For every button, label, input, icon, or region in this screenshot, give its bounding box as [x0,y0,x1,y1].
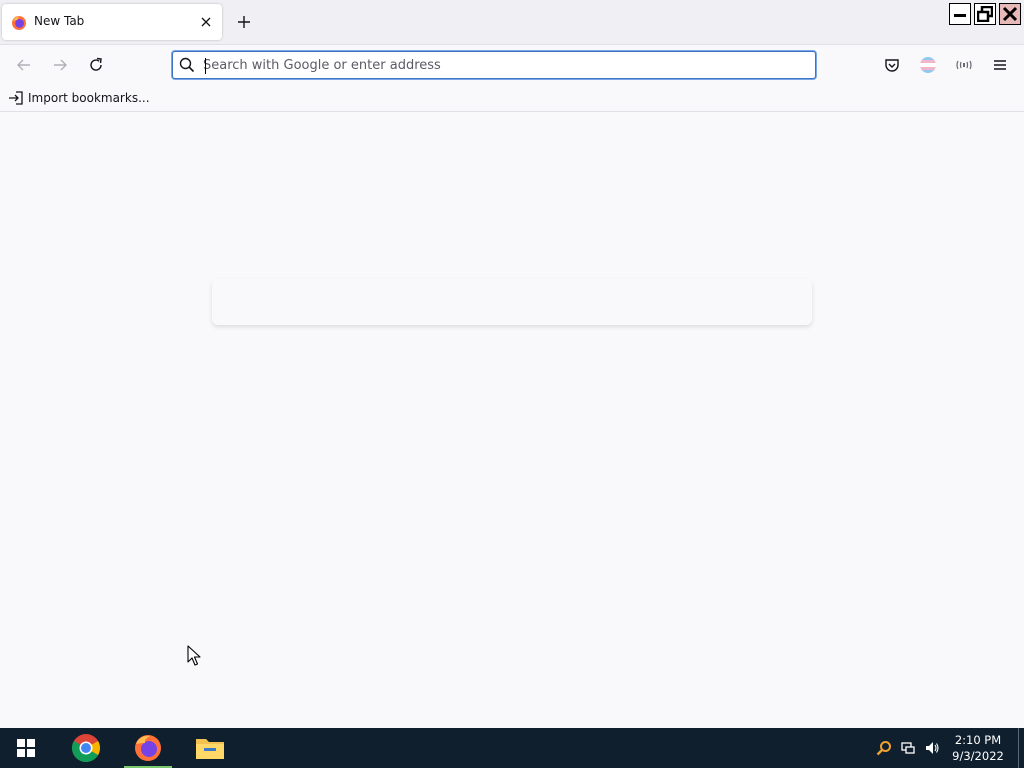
restore-window-button[interactable] [974,3,996,25]
pocket-icon [885,59,899,72]
restore-icon [977,6,993,22]
system-clock[interactable]: 2:10 PM 9/3/2022 [944,732,1012,764]
close-tab-icon[interactable] [198,14,214,30]
account-button[interactable] [916,53,940,77]
network-icon[interactable] [900,740,916,756]
close-icon [1002,6,1018,22]
search-icon [179,57,195,73]
show-desktop-button[interactable] [1018,728,1019,768]
firefox-icon [135,735,161,761]
windows-icon [17,739,35,757]
new-tab-page [0,113,1024,728]
account-avatar-icon [920,57,936,73]
import-icon [9,91,23,105]
new-tab-search-box[interactable] [212,279,812,325]
search-tray-icon[interactable] [876,740,892,756]
start-button[interactable] [0,728,52,768]
taskbar-file-explorer[interactable] [182,728,238,768]
clock-time: 2:10 PM [954,733,1002,747]
tab-title: New Tab [34,14,85,28]
menu-button[interactable] [988,53,1012,77]
taskbar-chrome[interactable] [58,728,114,768]
import-bookmarks-label: Import bookmarks... [28,91,150,105]
volume-icon[interactable] [924,740,940,756]
new-tab-button[interactable] [232,10,256,34]
close-window-button[interactable] [999,3,1021,25]
plus-icon [238,16,250,28]
tab-new-tab[interactable]: New Tab [2,4,222,40]
forward-button[interactable] [48,53,72,77]
minimize-icon [954,14,966,17]
mouse-cursor-icon [187,645,201,666]
clock-date: 9/3/2022 [952,749,1004,763]
firefox-icon [11,15,27,31]
reload-button[interactable] [84,53,108,77]
address-input[interactable] [203,54,803,76]
hamburger-menu-icon [994,60,1006,70]
extension-icon [956,60,972,70]
import-bookmarks-button[interactable]: Import bookmarks... [8,88,150,108]
minimize-window-button[interactable] [949,3,971,25]
pocket-button[interactable] [880,53,904,77]
reload-icon [90,57,102,71]
navigation-toolbar [0,44,1024,84]
back-button[interactable] [12,53,36,77]
bookmarks-toolbar: Import bookmarks... [0,84,1024,112]
tab-strip: New Tab [0,0,1024,44]
taskbar-firefox[interactable] [120,728,176,768]
chrome-icon [72,734,100,762]
taskbar: 2:10 PM 9/3/2022 [0,728,1024,768]
address-bar[interactable] [171,50,817,80]
arrow-right-icon [54,59,67,71]
extensions-button[interactable] [952,53,976,77]
arrow-left-icon [17,59,30,71]
text-caret [205,58,206,74]
folder-icon [196,739,224,759]
